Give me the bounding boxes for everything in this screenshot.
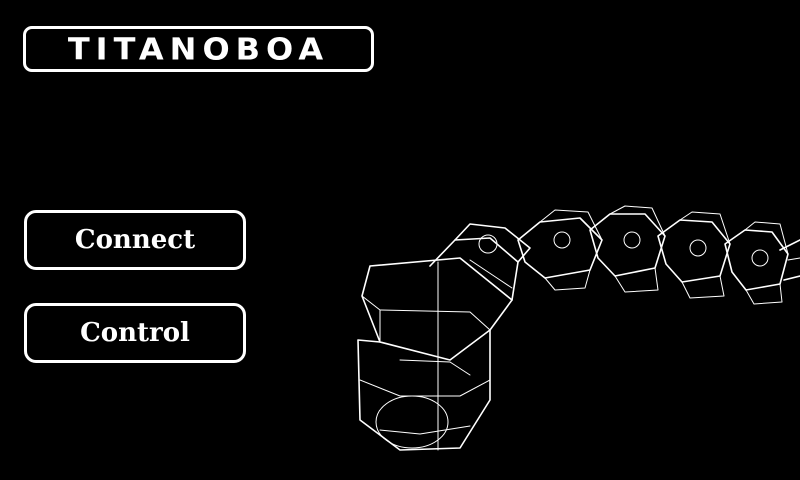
connect-button[interactable]: Connect — [24, 210, 246, 270]
connect-button-label: Connect — [74, 225, 196, 255]
logo-text: TITANOBOA — [67, 30, 330, 68]
snake-robot-wireframe — [357, 205, 800, 451]
control-button[interactable]: Control — [24, 303, 246, 363]
snake-body-segments — [517, 205, 800, 305]
control-button-label: Control — [80, 318, 190, 348]
snake-head — [357, 257, 513, 451]
main-screen: TITANOBOA Connect Control — [0, 0, 800, 480]
titanoboa-logo: TITANOBOA — [23, 26, 374, 72]
snake-neck — [429, 223, 531, 301]
